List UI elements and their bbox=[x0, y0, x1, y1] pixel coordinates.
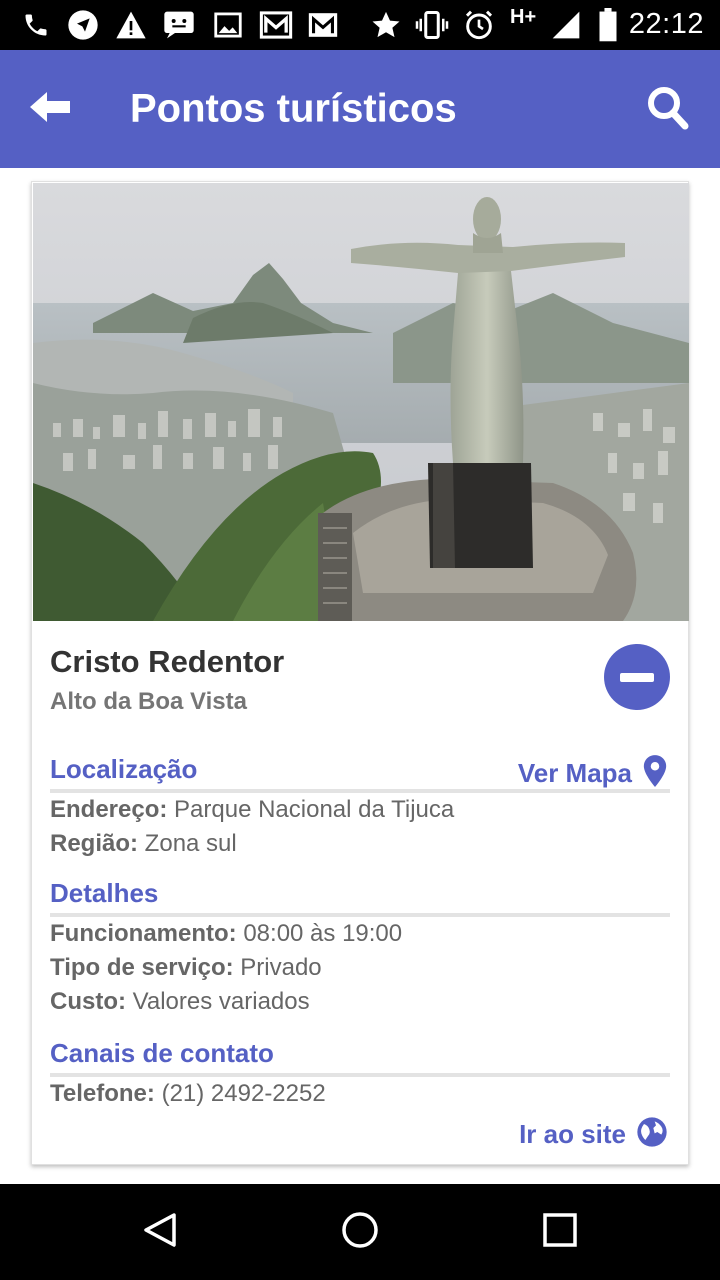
section-title-location: Localização bbox=[50, 754, 198, 784]
minus-circle-icon bbox=[620, 672, 654, 682]
navigation-icon bbox=[66, 9, 100, 41]
service-line: Tipo de serviço: Privado bbox=[50, 954, 322, 982]
triangle-back-icon bbox=[140, 1210, 180, 1255]
signal-icon bbox=[548, 9, 584, 41]
address-value: Parque Nacional da Tijuca bbox=[167, 796, 455, 823]
alarm-icon bbox=[462, 9, 496, 41]
view-map-link[interactable]: Ver Mapa bbox=[518, 754, 668, 793]
cost-value: Valores variados bbox=[125, 988, 310, 1015]
circle-home-icon bbox=[340, 1210, 380, 1255]
cost-line: Custo: Valores variados bbox=[50, 988, 310, 1016]
view-map-label: Ver Mapa bbox=[517, 758, 632, 788]
address-label: Endereço: bbox=[50, 796, 168, 823]
nav-recents-button[interactable] bbox=[526, 1198, 594, 1266]
region-value: Zona sul bbox=[138, 830, 237, 857]
divider bbox=[50, 1073, 670, 1077]
visit-site-link[interactable]: Ir ao site bbox=[519, 1116, 668, 1153]
gmail-icon bbox=[306, 9, 340, 41]
map-pin-icon bbox=[642, 754, 668, 793]
gmail-icon bbox=[258, 9, 294, 41]
navigation-bar bbox=[0, 1184, 720, 1280]
app-bar: Pontos turísticos bbox=[0, 50, 720, 168]
remove-favorite-button[interactable] bbox=[604, 644, 670, 710]
hours-line: Funcionamento: 08:00 às 19:00 bbox=[50, 920, 402, 948]
nav-home-button[interactable] bbox=[326, 1198, 394, 1266]
vibrate-icon bbox=[414, 9, 450, 41]
arrow-left-icon bbox=[28, 90, 72, 129]
square-recents-icon bbox=[542, 1212, 578, 1253]
place-subtitle: Alto da Boa Vista bbox=[50, 688, 247, 715]
section-title-contact: Canais de contato bbox=[50, 1038, 274, 1068]
service-label: Tipo de serviço: bbox=[50, 954, 234, 981]
cost-label: Custo: bbox=[50, 988, 126, 1015]
phone-line[interactable]: Telefone: (21) 2492-2252 bbox=[50, 1080, 326, 1108]
search-button[interactable] bbox=[640, 84, 696, 136]
phone-label: Telefone: bbox=[50, 1080, 155, 1107]
phone-icon bbox=[20, 9, 52, 41]
place-name: Cristo Redentor bbox=[50, 644, 285, 679]
star-icon bbox=[370, 9, 402, 41]
section-title-details: Detalhes bbox=[50, 878, 159, 908]
clock-time: 22:12 bbox=[628, 8, 704, 40]
place-photo bbox=[33, 183, 689, 621]
page-title: Pontos turísticos bbox=[130, 86, 457, 131]
region-line: Região: Zona sul bbox=[50, 830, 237, 858]
place-card: Cristo Redentor Alto da Boa Vista Locali… bbox=[31, 181, 689, 1165]
visit-site-label: Ir ao site bbox=[519, 1119, 626, 1149]
address-line: Endereço: Parque Nacional da Tijuca bbox=[50, 796, 454, 824]
divider bbox=[50, 789, 670, 793]
region-label: Região: bbox=[50, 830, 139, 857]
battery-icon bbox=[596, 8, 620, 42]
phone-value: (21) 2492-2252 bbox=[154, 1080, 326, 1107]
image-icon bbox=[212, 9, 244, 41]
globe-icon bbox=[636, 1116, 668, 1153]
back-button[interactable] bbox=[22, 86, 78, 132]
warning-icon bbox=[114, 9, 148, 41]
hours-value: 08:00 às 19:00 bbox=[236, 920, 403, 947]
search-icon bbox=[646, 85, 690, 136]
network-type: H+ bbox=[510, 6, 537, 28]
status-bar: H+ 22:12 bbox=[0, 0, 720, 50]
service-value: Privado bbox=[233, 954, 322, 981]
message-icon bbox=[162, 9, 196, 41]
nav-back-button[interactable] bbox=[126, 1198, 194, 1266]
divider bbox=[50, 913, 670, 917]
hours-label: Funcionamento: bbox=[50, 920, 237, 947]
